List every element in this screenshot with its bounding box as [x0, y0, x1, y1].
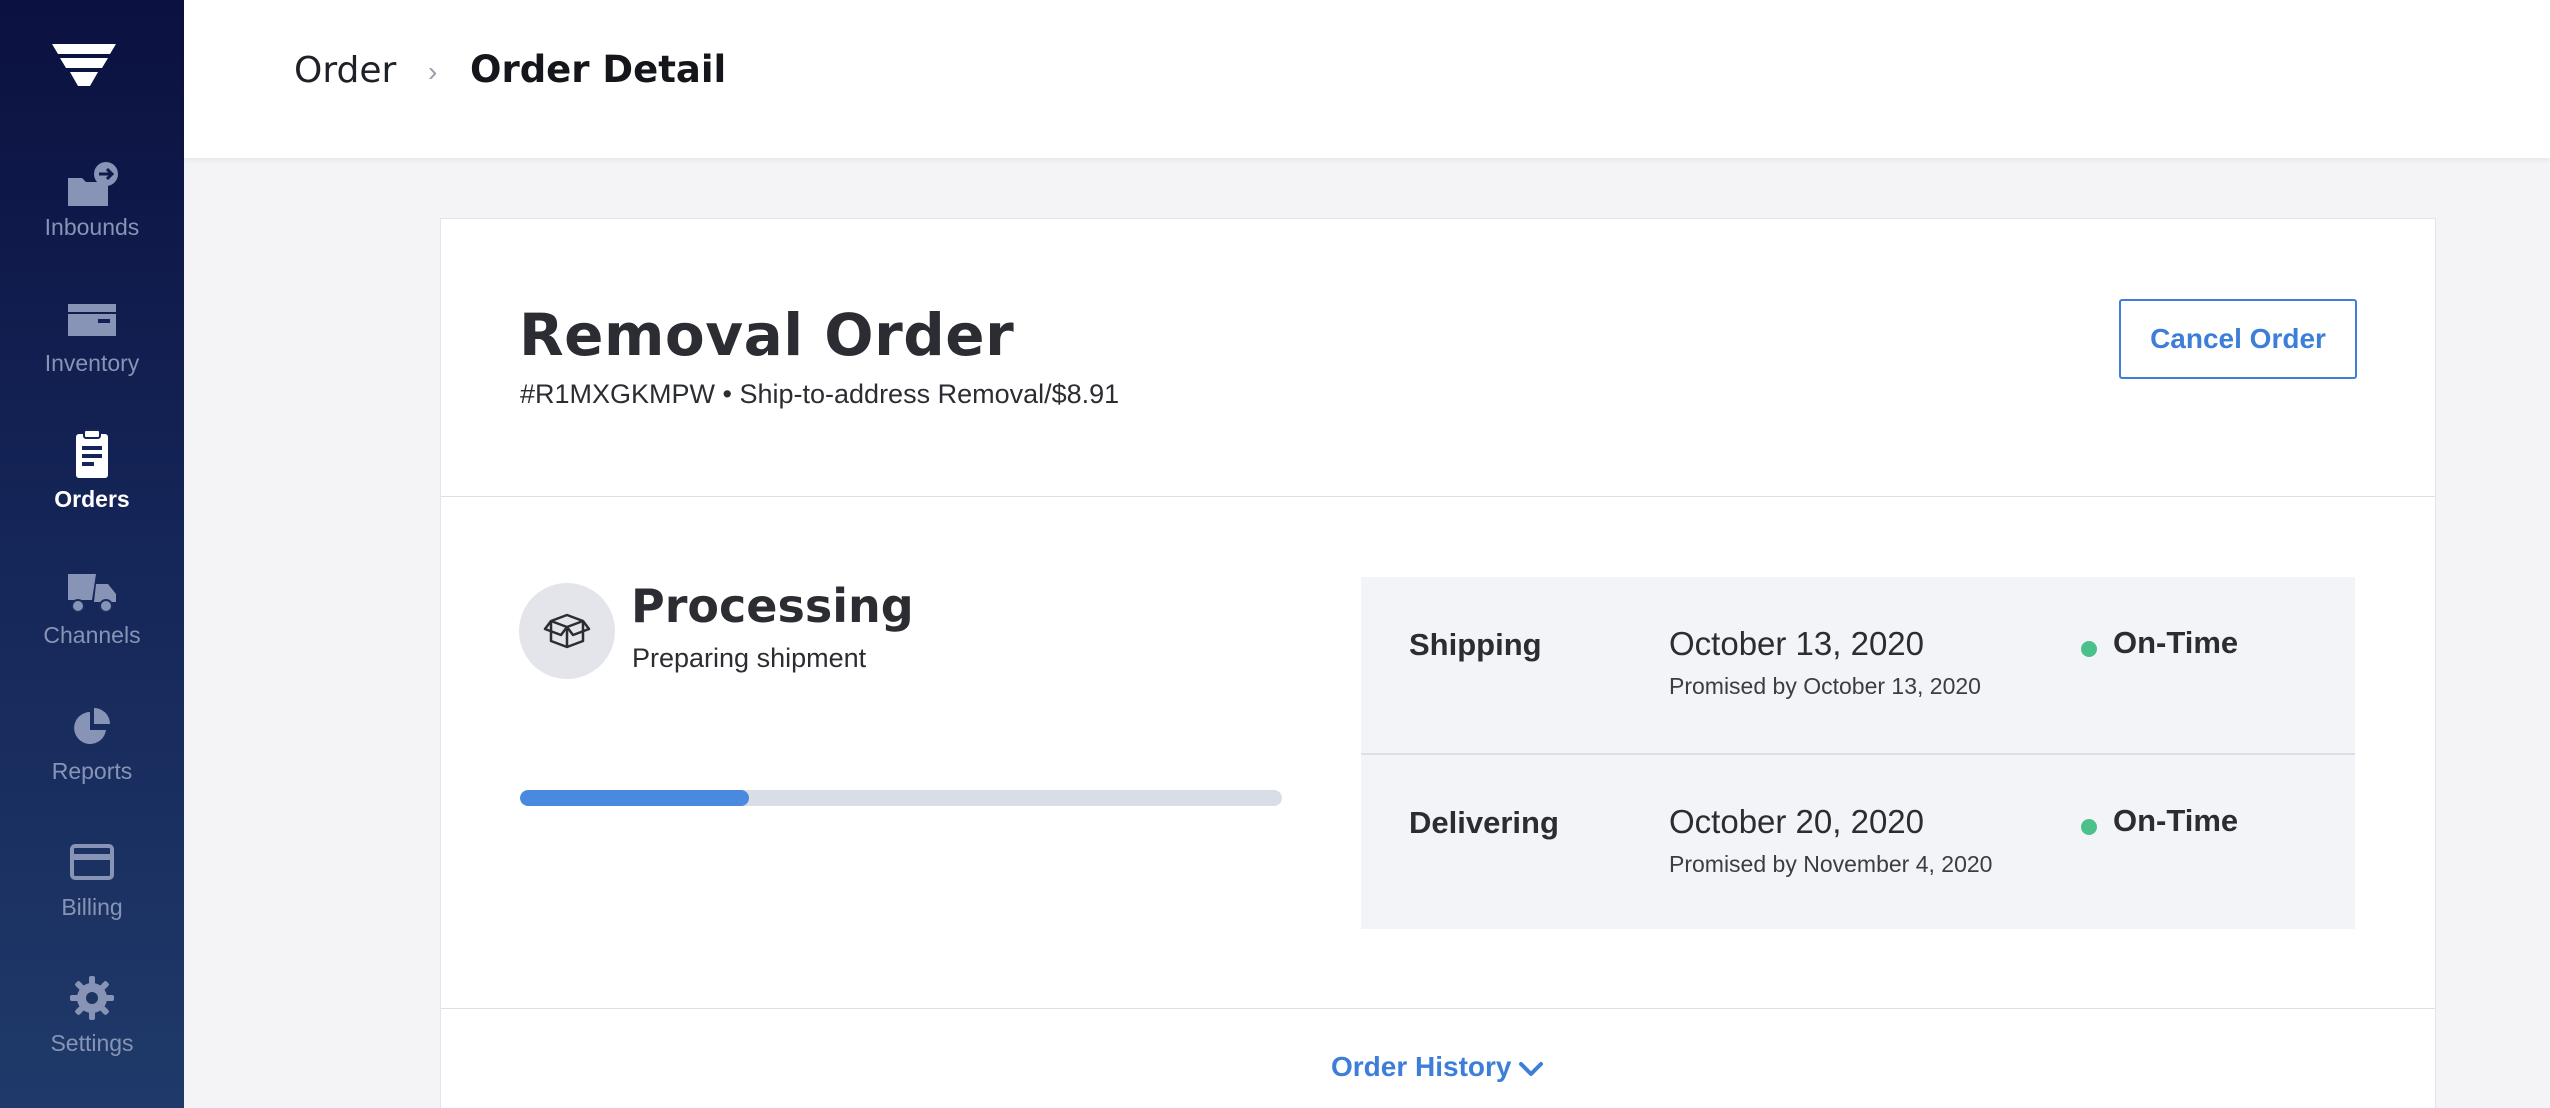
status-title: Processing	[631, 579, 914, 633]
sidebar-item-inventory[interactable]: Inventory	[0, 292, 184, 412]
shipment-row-date: October 13, 2020	[1669, 625, 1925, 662]
status-dot-icon	[2081, 819, 2097, 835]
divider	[441, 1008, 2435, 1009]
chevron-down-icon	[1518, 1061, 1543, 1076]
top-bar: Order › Order Detail	[184, 0, 2550, 158]
shipment-row-status: On-Time	[2113, 625, 2239, 660]
breadcrumb-separator: ›	[428, 56, 438, 87]
sidebar-item-label: Inventory	[44, 350, 140, 376]
pie-chart-icon	[74, 708, 110, 744]
shipment-row-promised: Promised by November 4, 2020	[1669, 851, 1993, 877]
order-history-toggle[interactable]: Order History	[1331, 1051, 1544, 1083]
sidebar-item-settings[interactable]: Settings	[0, 972, 184, 1092]
inbound-box-icon	[68, 162, 118, 206]
progress-bar	[520, 790, 1282, 806]
page-title: Order Detail	[470, 48, 727, 91]
breadcrumb-order-link[interactable]: Order	[294, 50, 396, 91]
gear-icon	[70, 976, 114, 1020]
sidebar-item-label: Inbounds	[44, 214, 140, 240]
shipment-row-label: Shipping	[1409, 627, 1542, 662]
box-icon	[543, 613, 591, 649]
shipment-row-promised: Promised by October 13, 2020	[1669, 673, 1981, 699]
sidebar-item-label: Orders	[54, 486, 130, 512]
sidebar-item-inbounds[interactable]: Inbounds	[0, 156, 184, 276]
shipment-timeline-panel: Shipping October 13, 2020 Promised by Oc…	[1361, 577, 2355, 929]
shipment-row-shipping: Shipping October 13, 2020 Promised by Oc…	[1361, 577, 2355, 753]
shipment-row-delivering: Delivering October 20, 2020 Promised by …	[1361, 753, 2355, 929]
shipment-row-status: On-Time	[2113, 803, 2239, 838]
cancel-order-button[interactable]: Cancel Order	[2119, 299, 2357, 379]
order-title: Removal Order	[519, 301, 1015, 369]
order-subtitle: #R1MXGKMPW • Ship-to-address Removal/$8.…	[520, 379, 1120, 409]
status-dot-icon	[2081, 641, 2097, 657]
shipment-row-label: Delivering	[1409, 805, 1559, 840]
sidebar-item-label: Channels	[43, 622, 141, 648]
divider	[441, 496, 2435, 497]
progress-bar-fill	[520, 790, 749, 806]
status-subtitle: Preparing shipment	[632, 643, 867, 673]
inventory-icon	[68, 304, 116, 336]
clipboard-icon	[76, 429, 108, 478]
sidebar-item-billing[interactable]: Billing	[0, 836, 184, 956]
sidebar-item-orders[interactable]: Orders	[0, 428, 184, 548]
credit-card-icon	[70, 844, 114, 880]
sidebar: Inbounds Inventory Orders Channels Repor…	[0, 0, 184, 1108]
sidebar-item-label: Reports	[51, 758, 133, 784]
sidebar-item-label: Billing	[61, 894, 123, 920]
company-logo-icon[interactable]	[50, 42, 118, 90]
order-card: Removal Order #R1MXGKMPW • Ship-to-addre…	[440, 218, 2436, 1108]
sidebar-item-reports[interactable]: Reports	[0, 700, 184, 820]
sidebar-item-label: Settings	[50, 1030, 134, 1056]
truck-icon	[68, 574, 116, 613]
shipment-row-date: October 20, 2020	[1669, 803, 1925, 840]
status-icon-badge	[519, 583, 615, 679]
sidebar-item-channels[interactable]: Channels	[0, 564, 184, 684]
order-history-label: Order History	[1331, 1051, 1512, 1082]
